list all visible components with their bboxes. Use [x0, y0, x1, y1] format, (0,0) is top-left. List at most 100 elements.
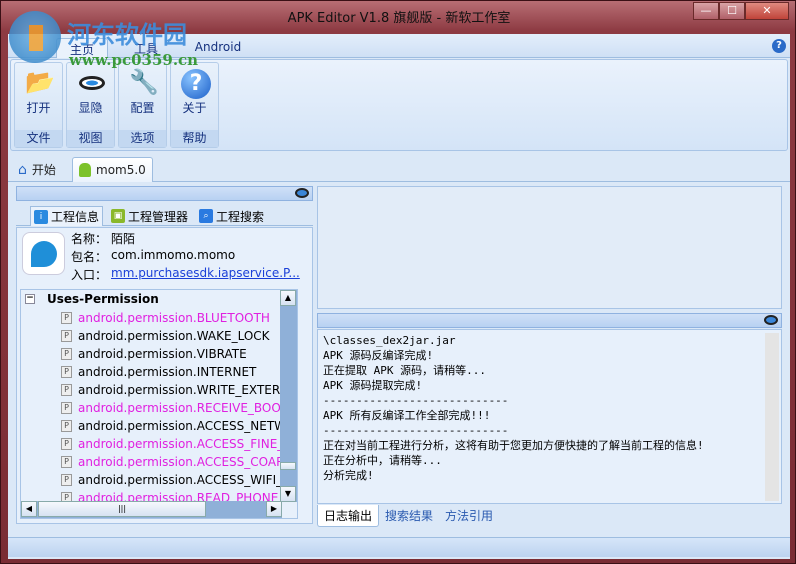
log-line: ----------------------------: [323, 424, 509, 437]
toggle-visibility-button[interactable]: 显隐: [67, 99, 114, 116]
ribbon: 📂 打开 文件 显隐 视图 🔧 配置 选项 ? 关于 帮助: [10, 59, 788, 151]
permission-icon: P: [61, 384, 72, 396]
project-panel: i 工程信息 ▣ 工程管理器 ⌕ 工程搜索 名称： 陌陌 包名： com.immomo.m…: [16, 186, 313, 524]
group-label: 帮助: [171, 130, 218, 147]
scroll-right-button[interactable]: ▶: [266, 501, 282, 517]
tab-start[interactable]: ⌂ 开始: [12, 157, 62, 182]
permission-icon: P: [61, 330, 72, 342]
search-icon: ⌕: [199, 209, 213, 223]
ribbon-group-help: ? 关于 帮助: [170, 62, 219, 148]
package-label: 包名：: [71, 250, 108, 264]
tab-project-manager[interactable]: ▣ 工程管理器: [108, 206, 191, 226]
status-bar: [8, 537, 790, 557]
minimize-button[interactable]: —: [693, 2, 719, 20]
log-line: 正在提取 APK 源码，请稍等...: [323, 364, 486, 377]
workspace: i 工程信息 ▣ 工程管理器 ⌕ 工程搜索 名称： 陌陌 包名： com.immomo.m…: [10, 183, 788, 527]
tab-label: 开始: [31, 163, 56, 177]
permission-item[interactable]: Pandroid.permission.RECEIVE_BOO: [61, 399, 281, 417]
panel-header: [16, 186, 313, 201]
permission-label: android.permission.BLUETOOTH: [78, 311, 270, 325]
home-icon: ⌂: [18, 161, 27, 178]
permission-item[interactable]: Pandroid.permission.ACCESS_COAR: [61, 453, 284, 471]
permission-item[interactable]: Pandroid.permission.VIBRATE: [61, 345, 247, 363]
entry-link[interactable]: mm.purchasesdk.iapservice.P...: [111, 266, 300, 283]
permission-icon: P: [61, 456, 72, 468]
android-icon: ▣: [111, 209, 125, 223]
permission-label: android.permission.ACCESS_COAR: [78, 455, 285, 469]
preview-panel: [317, 186, 782, 309]
group-label: 视图: [67, 130, 114, 147]
tab-project-info[interactable]: i 工程信息: [30, 206, 104, 226]
eye-icon[interactable]: [77, 67, 107, 97]
client-area: 主页 工具 Android ? 📂 打开 文件 显隐 视图 🔧 配置 选项 ? …: [8, 34, 790, 559]
permission-item[interactable]: Pandroid.permission.WRITE_EXTERI: [61, 381, 284, 399]
permission-icon: P: [61, 420, 72, 432]
panel-header: [317, 313, 782, 328]
ribbon-group-view: 显隐 视图: [66, 62, 115, 148]
project-tabs: i 工程信息 ▣ 工程管理器 ⌕ 工程搜索: [16, 204, 313, 226]
tab-log-output[interactable]: 日志输出: [317, 505, 380, 527]
collapse-icon[interactable]: −: [25, 294, 35, 304]
entry-label: 入口：: [71, 268, 108, 282]
eye-icon[interactable]: [764, 315, 778, 325]
permission-item[interactable]: Pandroid.permission.ACCESS_FINE_: [61, 435, 283, 453]
app-name: 陌陌: [111, 232, 136, 246]
tab-project[interactable]: mom5.0: [72, 157, 153, 182]
app-window: APK Editor V1.8 旗舰版 - 新软工作室 — ☐ ✕ 主页 工具 …: [0, 0, 796, 564]
maximize-button[interactable]: ☐: [719, 2, 745, 20]
permission-item[interactable]: Pandroid.permission.INTERNET: [61, 363, 256, 381]
help-icon[interactable]: ?: [772, 39, 786, 53]
permission-icon: P: [61, 366, 72, 378]
log-tabs: 日志输出 搜索结果 方法引用: [317, 505, 499, 527]
log-line: 正在对当前工程进行分析，这将有助于您更加方便快捷的了解当前工程的信息!: [323, 439, 704, 452]
log-line: APK 源码反编译完成!: [323, 349, 434, 362]
permission-label: android.permission.RECEIVE_BOO: [78, 401, 281, 415]
group-label: 文件: [15, 130, 62, 147]
permission-label: android.permission.ACCESS_WIFI_: [78, 473, 283, 487]
package-name: com.immomo.momo: [111, 248, 236, 262]
android-icon: [79, 163, 91, 177]
settings-button[interactable]: 配置: [119, 99, 166, 116]
vertical-scrollbar[interactable]: ▲ ▼: [280, 290, 297, 502]
permission-label: android.permission.WRITE_EXTERI: [78, 383, 284, 397]
tab-search-results[interactable]: 搜索结果: [379, 505, 439, 527]
permission-icon: P: [61, 402, 72, 414]
watermark-url: www.pc0359.cn: [69, 51, 199, 69]
permission-item[interactable]: Pandroid.permission.ACCESS_NETW: [61, 417, 286, 435]
group-label: 选项: [119, 130, 166, 147]
watermark-name: 河东软件园: [67, 20, 187, 49]
close-button[interactable]: ✕: [745, 2, 789, 20]
scroll-down-button[interactable]: ▼: [280, 486, 296, 502]
log-output[interactable]: \classes_dex2jar.jar APK 源码反编译完成! 正在提取 APK…: [317, 329, 782, 504]
permission-label: android.permission.INTERNET: [78, 365, 257, 379]
help-icon[interactable]: ?: [181, 67, 211, 99]
scroll-thumb[interactable]: [280, 462, 296, 470]
log-line: \classes_dex2jar.jar: [323, 334, 456, 347]
eye-icon[interactable]: [295, 188, 309, 198]
tools-icon[interactable]: 🔧: [129, 67, 159, 97]
log-scrollbar[interactable]: [765, 333, 779, 501]
permission-icon: P: [61, 474, 72, 486]
tab-project-search[interactable]: ⌕ 工程搜索: [196, 206, 267, 226]
permission-item[interactable]: Pandroid.permission.BLUETOOTH: [61, 309, 270, 327]
open-button[interactable]: 打开: [15, 99, 62, 116]
tab-label: 工程搜索: [216, 209, 265, 224]
permission-label: android.permission.ACCESS_FINE_: [78, 437, 284, 451]
permission-item[interactable]: Pandroid.permission.WAKE_LOCK: [61, 327, 270, 345]
scroll-left-button[interactable]: ◀: [21, 501, 37, 517]
permission-tree: − Uses-Permission Pandroid.permission.BLU…: [20, 289, 298, 519]
permission-icon: P: [61, 438, 72, 450]
tab-label: 工程管理器: [128, 209, 189, 224]
scroll-thumb[interactable]: |||: [38, 501, 206, 517]
permission-item[interactable]: Pandroid.permission.ACCESS_WIFI_: [61, 471, 282, 489]
tab-label: mom5.0: [96, 163, 146, 177]
horizontal-scrollbar[interactable]: ◀ ||| ▶: [21, 501, 282, 518]
permission-label: android.permission.WAKE_LOCK: [78, 329, 270, 343]
tree-root[interactable]: − Uses-Permission: [25, 292, 159, 306]
tree-root-label: Uses-Permission: [47, 292, 159, 306]
tab-method-refs[interactable]: 方法引用: [439, 505, 499, 527]
scroll-up-button[interactable]: ▲: [280, 290, 296, 306]
permission-icon: P: [61, 348, 72, 360]
folder-open-icon[interactable]: 📂: [25, 67, 55, 97]
about-button[interactable]: 关于: [171, 99, 218, 116]
